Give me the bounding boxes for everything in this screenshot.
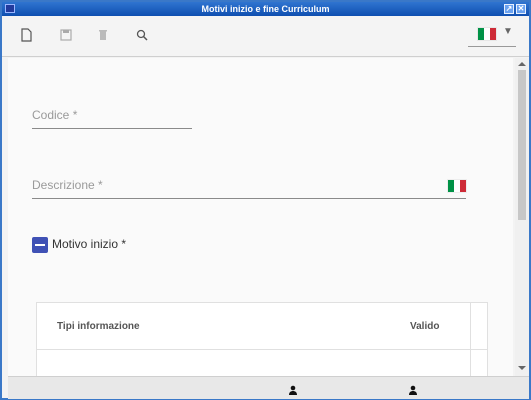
search-icon[interactable] bbox=[134, 27, 150, 43]
italian-flag-icon bbox=[478, 28, 496, 40]
tipi-informazione-table: Tipi informazione Valido bbox=[36, 302, 488, 376]
delete-icon[interactable] bbox=[95, 27, 111, 43]
status-bar bbox=[8, 376, 529, 399]
chevron-down-icon[interactable]: ▼ bbox=[503, 26, 513, 37]
column-divider bbox=[470, 303, 471, 376]
motivo-inizio-label: Motivo inizio * bbox=[52, 237, 127, 251]
app-icon bbox=[5, 4, 15, 13]
codice-field[interactable]: Codice * bbox=[32, 108, 192, 129]
close-icon[interactable]: ✕ bbox=[516, 4, 526, 14]
form-content: Codice * Descrizione * Motivo inizio * T… bbox=[8, 58, 513, 376]
title-bar: Motivi inizio e fine Curriculum ↗ ✕ bbox=[2, 2, 529, 16]
maximize-icon[interactable]: ↗ bbox=[504, 4, 514, 14]
toolbar: ▼ bbox=[2, 16, 529, 57]
italian-flag-icon[interactable] bbox=[448, 180, 466, 192]
descrizione-field[interactable]: Descrizione * bbox=[32, 178, 466, 199]
user-icon bbox=[408, 382, 418, 395]
language-selector[interactable]: ▼ bbox=[468, 22, 516, 47]
motivo-inizio-checkbox[interactable] bbox=[32, 237, 48, 253]
scroll-down-arrow[interactable] bbox=[518, 366, 526, 370]
codice-placeholder: Codice * bbox=[32, 108, 78, 122]
scroll-up-arrow[interactable] bbox=[518, 62, 526, 66]
new-document-icon[interactable] bbox=[18, 27, 34, 43]
scroll-thumb[interactable] bbox=[518, 70, 526, 220]
user-icon bbox=[288, 382, 298, 395]
table-header: Tipi informazione Valido bbox=[37, 303, 487, 376]
vertical-scrollbar[interactable] bbox=[515, 58, 529, 376]
app-window: Motivi inizio e fine Curriculum ↗ ✕ ▼ Co… bbox=[0, 0, 531, 400]
column-header-tipi-informazione: Tipi informazione bbox=[57, 321, 140, 332]
column-header-valido: Valido bbox=[410, 321, 440, 332]
descrizione-placeholder: Descrizione * bbox=[32, 178, 103, 192]
window-title: Motivi inizio e fine Curriculum bbox=[201, 4, 330, 14]
save-icon[interactable] bbox=[58, 27, 74, 43]
